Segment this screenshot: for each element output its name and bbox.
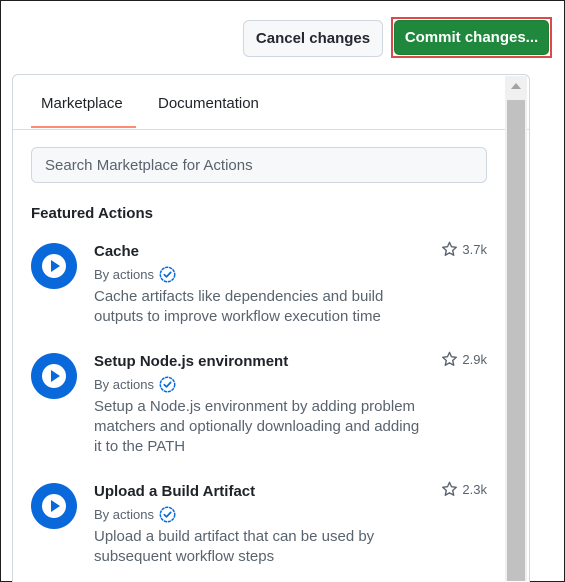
action-title[interactable]: Setup Node.js environment bbox=[94, 353, 288, 370]
scrollbar-thumb[interactable] bbox=[507, 100, 525, 581]
action-title[interactable]: Upload a Build Artifact bbox=[94, 483, 255, 500]
verified-badge-icon bbox=[159, 506, 176, 523]
star-count: 2.3k bbox=[441, 481, 487, 498]
star-count-value: 3.7k bbox=[462, 242, 487, 257]
vertical-scrollbar[interactable] bbox=[505, 76, 527, 581]
action-description: Setup a Node.js environment by adding pr… bbox=[94, 398, 420, 455]
star-count: 2.9k bbox=[441, 351, 487, 368]
action-description: Upload a build artifact that can be used… bbox=[94, 528, 375, 565]
play-icon bbox=[31, 243, 77, 289]
marketplace-panel: Marketplace Documentation Search Marketp… bbox=[12, 74, 530, 582]
commit-changes-button[interactable]: Commit changes... bbox=[394, 20, 549, 55]
play-icon bbox=[31, 353, 77, 399]
play-icon bbox=[31, 483, 77, 529]
top-toolbar: Cancel changes Commit changes... bbox=[1, 17, 564, 61]
action-title[interactable]: Cache bbox=[94, 243, 139, 260]
star-icon bbox=[442, 351, 458, 366]
verified-badge-icon bbox=[159, 266, 176, 283]
scroll-up-arrow-icon[interactable] bbox=[511, 83, 521, 89]
verified-badge-icon bbox=[159, 376, 176, 393]
tab-marketplace[interactable]: Marketplace bbox=[41, 95, 123, 112]
tab-bar: Marketplace Documentation bbox=[13, 75, 529, 130]
active-tab-indicator bbox=[31, 126, 136, 128]
tab-documentation[interactable]: Documentation bbox=[158, 95, 259, 112]
author-label: By actions bbox=[94, 267, 154, 282]
star-count-value: 2.3k bbox=[462, 482, 487, 497]
commit-button-highlight: Commit changes... bbox=[391, 17, 552, 58]
cancel-changes-button[interactable]: Cancel changes bbox=[243, 20, 383, 57]
star-count: 3.7k bbox=[441, 241, 487, 258]
action-author: By actions bbox=[94, 266, 176, 283]
star-count-value: 2.9k bbox=[462, 352, 487, 367]
star-icon bbox=[442, 241, 458, 256]
action-description: Cache artifacts like dependencies and bu… bbox=[94, 288, 384, 325]
action-author: By actions bbox=[94, 376, 176, 393]
search-input[interactable]: Search Marketplace for Actions bbox=[31, 147, 487, 183]
featured-actions-heading: Featured Actions bbox=[31, 205, 153, 222]
star-icon bbox=[442, 481, 458, 496]
author-label: By actions bbox=[94, 507, 154, 522]
action-author: By actions bbox=[94, 506, 176, 523]
author-label: By actions bbox=[94, 377, 154, 392]
